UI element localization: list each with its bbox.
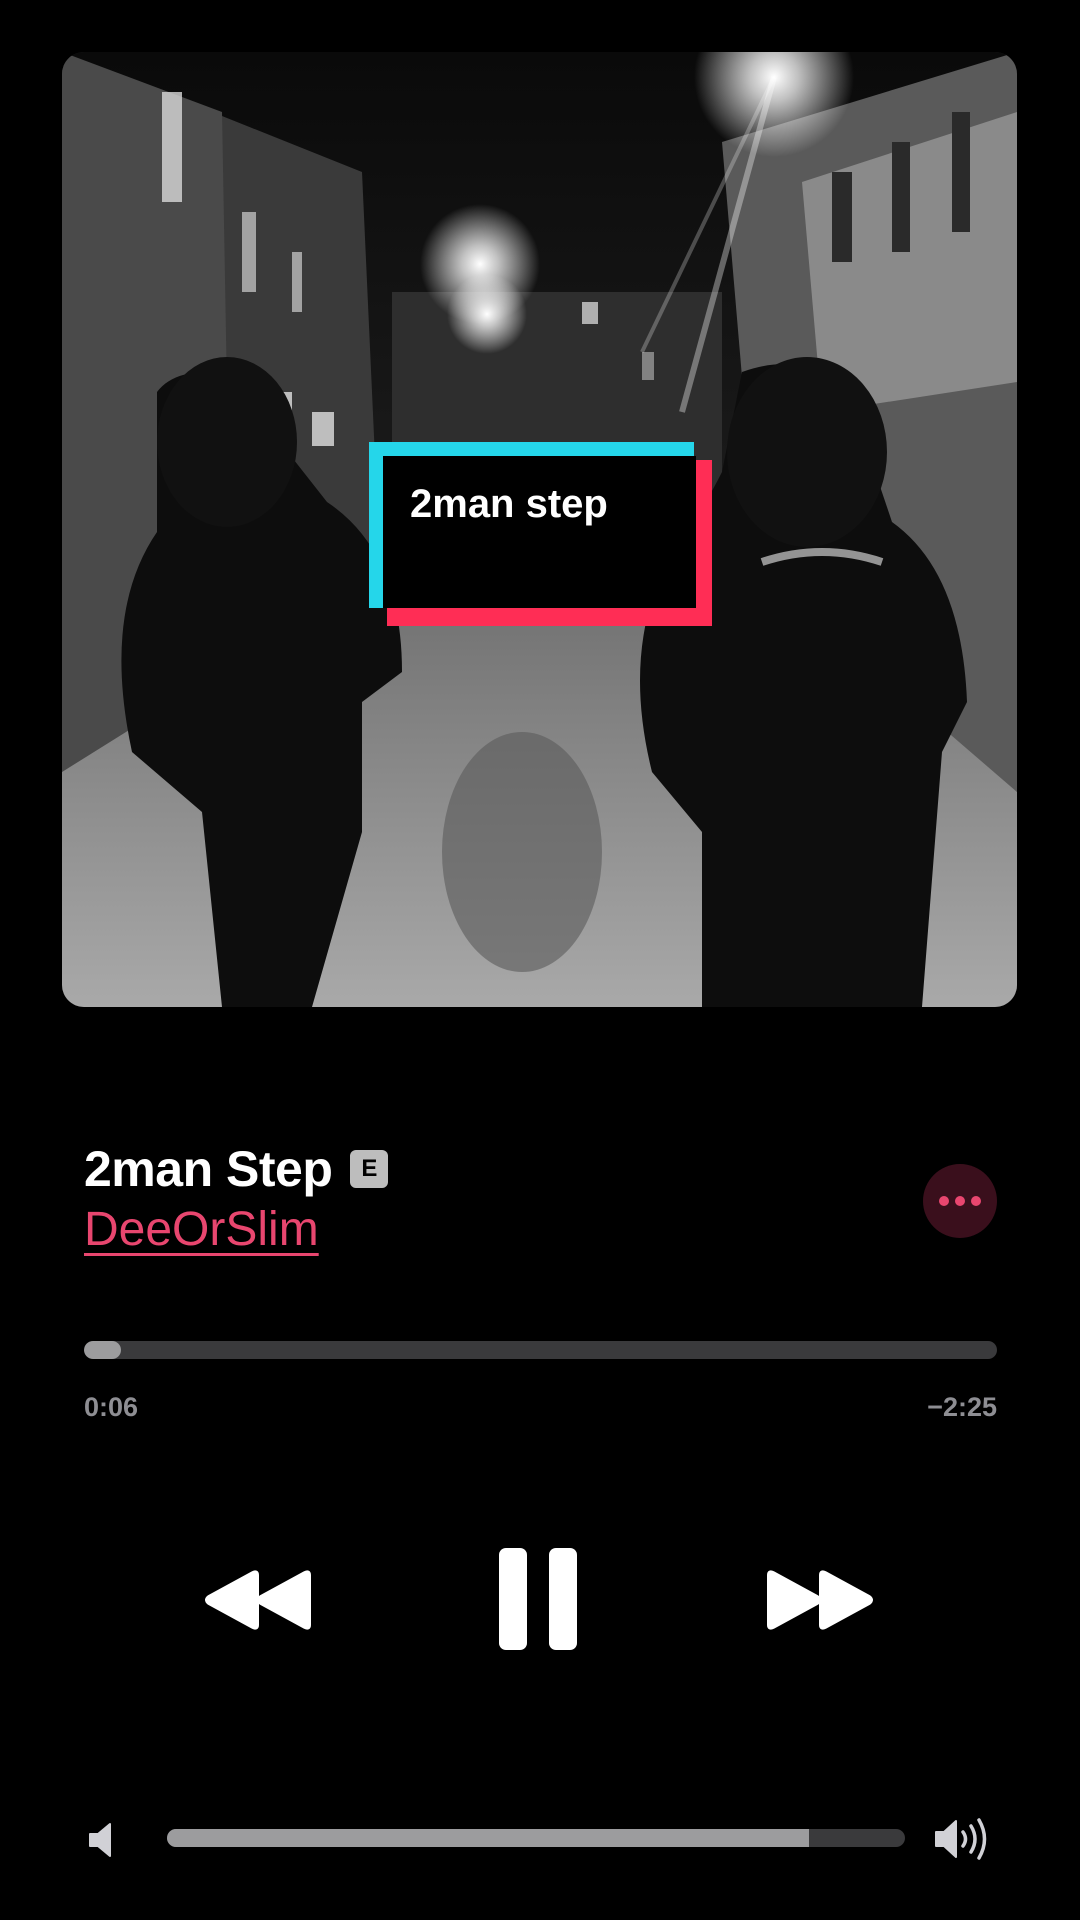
playback-progress-bar[interactable] (84, 1341, 997, 1359)
speaker-high-icon (935, 1818, 987, 1860)
time-remaining: −2:25 (927, 1392, 997, 1422)
explicit-badge: E (350, 1150, 389, 1188)
ellipsis-icon (939, 1196, 981, 1206)
playback-progress-fill (84, 1341, 121, 1359)
speaker-low-icon (89, 1823, 111, 1857)
more-options-button[interactable] (923, 1164, 997, 1238)
track-title: 2man Step (84, 1141, 333, 1197)
artist-link[interactable]: DeeOrSlim (84, 1202, 319, 1257)
volume-slider[interactable] (167, 1829, 905, 1847)
album-artwork: 2man step (62, 52, 1017, 1007)
track-title-row: 2man Step E (84, 1140, 389, 1198)
pause-button[interactable] (495, 1545, 581, 1653)
time-elapsed: 0:06 (84, 1392, 139, 1422)
volume-slider-fill (167, 1829, 810, 1847)
rewind-button[interactable] (205, 1565, 315, 1635)
rewind-icon (205, 1570, 311, 1630)
overlay-label-text: 2man step (410, 482, 608, 526)
fast-forward-icon (767, 1570, 873, 1630)
label-background (383, 456, 696, 608)
overlay-label: 2man step (369, 442, 712, 626)
fast-forward-button[interactable] (763, 1565, 873, 1635)
pause-icon (499, 1548, 577, 1650)
